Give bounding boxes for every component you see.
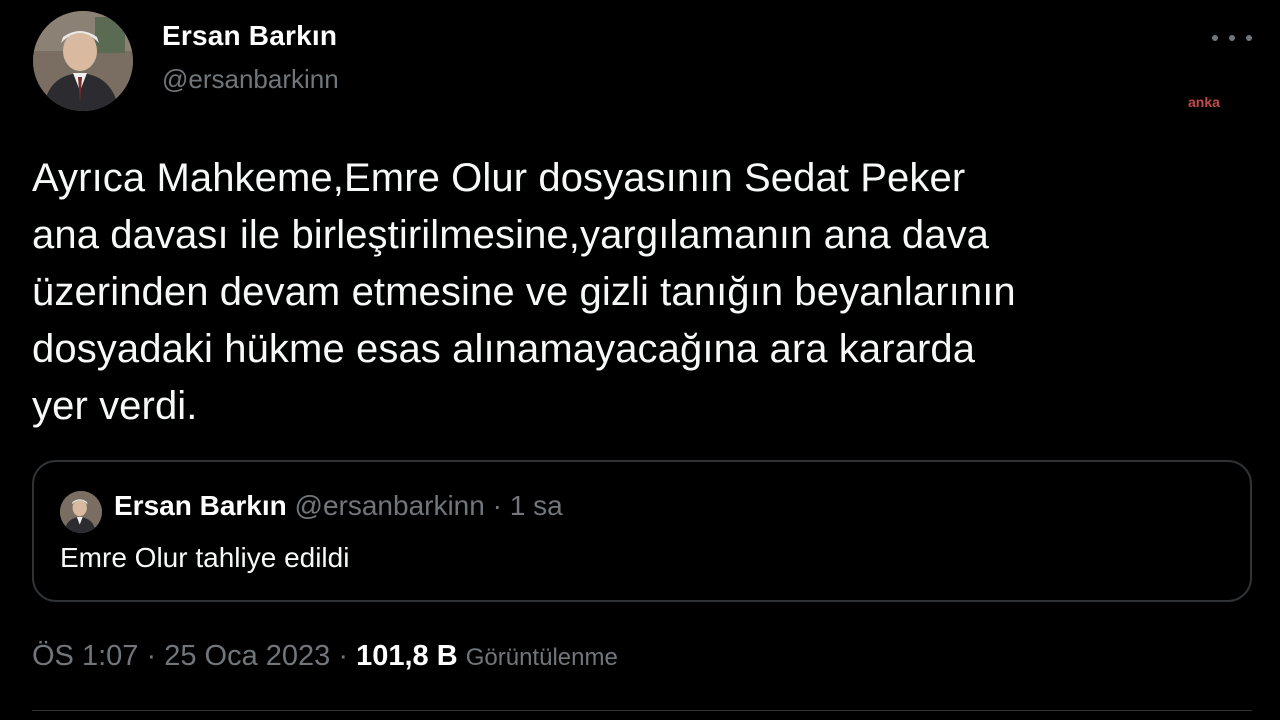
meta-separator: · xyxy=(146,640,157,672)
views-count: 101,8 B xyxy=(356,640,458,672)
tweet-time[interactable]: ÖS 1:07 xyxy=(32,640,138,672)
meta-separator: · xyxy=(338,640,349,672)
quoted-author-avatar[interactable] xyxy=(60,491,102,533)
more-dot xyxy=(1246,35,1252,41)
quoted-timestamp[interactable]: 1 sa xyxy=(510,490,563,521)
more-dot xyxy=(1229,35,1235,41)
quoted-separator: · xyxy=(492,490,502,521)
author-handle[interactable]: @ersanbarkinn xyxy=(162,64,339,95)
tweet-date[interactable]: 25 Oca 2023 xyxy=(164,640,330,672)
more-horizontal-icon[interactable] xyxy=(1212,26,1252,50)
tweet-text-line: Ayrıca Mahkeme,Emre Olur dosyasının Seda… xyxy=(32,156,966,200)
tweet-text-line: üzerinden devam etmesine ve gizli tanığı… xyxy=(32,270,1016,314)
tweet-text: Ayrıca Mahkeme,Emre Olur dosyasının Seda… xyxy=(32,150,1242,435)
quoted-author-handle[interactable]: @ersanbarkinn xyxy=(295,490,485,521)
quoted-tweet[interactable]: Ersan Barkın @ersanbarkinn · 1 sa Emre O… xyxy=(32,460,1252,602)
quoted-author-name[interactable]: Ersan Barkın xyxy=(114,490,287,521)
watermark-logo: anka xyxy=(1188,94,1220,110)
tweet-card: Ersan Barkın @ersanbarkinn anka Ayrıca M… xyxy=(0,0,1280,720)
author-avatar[interactable] xyxy=(33,11,133,111)
author-name[interactable]: Ersan Barkın xyxy=(162,20,337,52)
quoted-tweet-text: Emre Olur tahliye edildi xyxy=(60,542,350,573)
more-dot xyxy=(1212,35,1218,41)
tweet-text-line: ana davası ile birleştirilmesine,yargıla… xyxy=(32,213,990,257)
tweet-text-line: yer verdi. xyxy=(32,384,198,428)
divider xyxy=(32,710,1252,711)
quoted-tweet-header: Ersan Barkın @ersanbarkinn · 1 sa xyxy=(114,490,563,522)
views-label: Görüntülenme xyxy=(465,644,618,671)
tweet-text-line: dosyadaki hükme esas alınamayacağına ara… xyxy=(32,327,976,371)
tweet-meta: ÖS 1:07 · 25 Oca 2023 · 101,8 B Görüntül… xyxy=(32,640,618,673)
